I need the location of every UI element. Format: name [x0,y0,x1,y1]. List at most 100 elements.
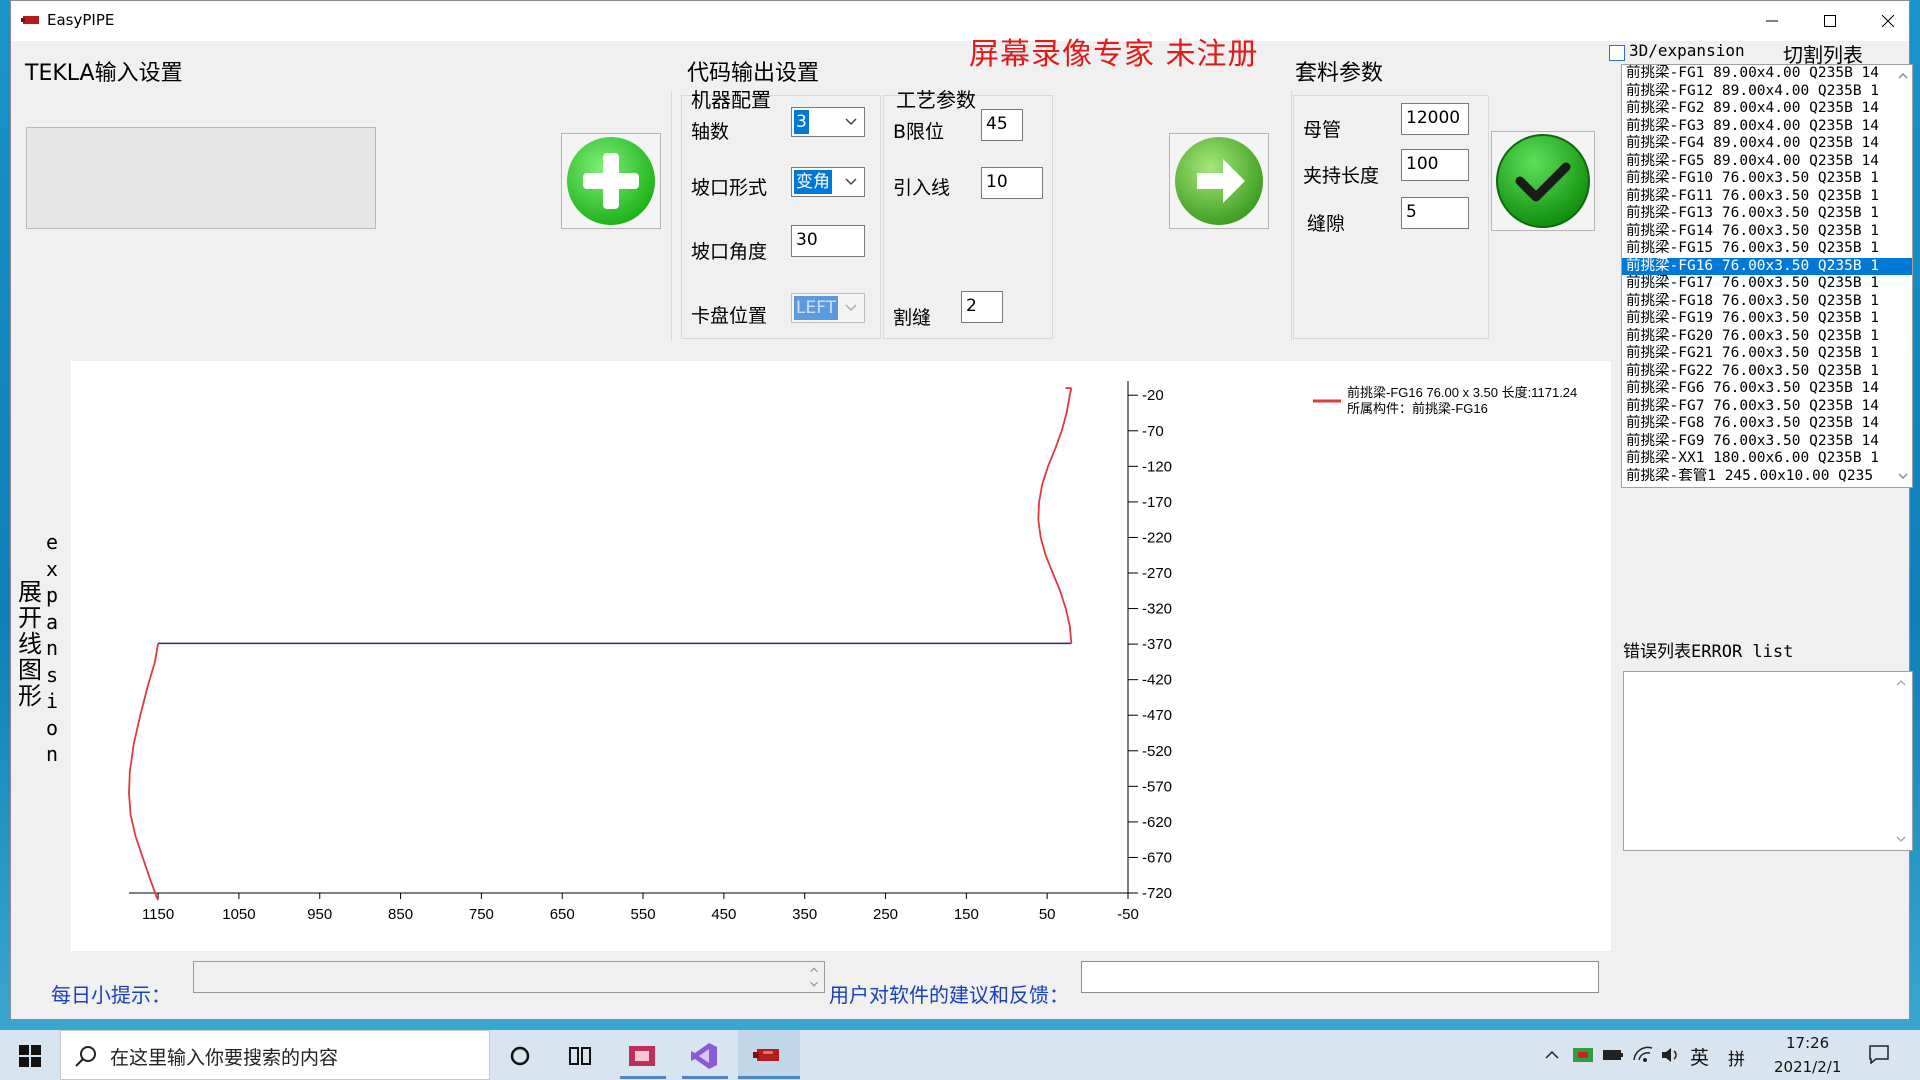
kerf-input[interactable]: 2 [961,291,1003,323]
windows-icon [19,1045,41,1067]
x-tick-label: 150 [954,906,979,923]
generate-code-button[interactable] [1169,133,1269,229]
x-tick-label: 750 [469,906,494,923]
battery-icon[interactable] [1602,1048,1624,1062]
x-tick-label: 350 [792,906,817,923]
active-indicator [682,1076,728,1079]
clock-time[interactable]: 17:26 [1786,1034,1829,1052]
taskbar-app-tekla[interactable] [626,1040,658,1072]
tekla-app-icon [629,1046,655,1066]
wifi-icon[interactable] [1632,1044,1654,1064]
notification-icon[interactable] [1868,1044,1890,1064]
clamp-length-input[interactable]: 100 [1401,149,1469,181]
close-button[interactable] [1859,1,1917,41]
cut-list-item[interactable]: 前挑梁-FG11 76.00x3.50 Q235B 1 [1622,188,1912,206]
input-language[interactable]: 英 [1690,1043,1709,1070]
3d-expansion-checkbox[interactable] [1609,45,1625,61]
tekla-input-panel[interactable] [26,127,376,229]
chevron-up-icon[interactable] [1544,1048,1560,1062]
b-limit-input[interactable]: 45 [981,109,1023,141]
axis-count-select[interactable]: 3 [791,107,865,137]
easypipe-app-icon [753,1049,779,1061]
cut-list-item[interactable]: 前挑梁-FG7 76.00x3.50 Q235B 14 [1622,398,1912,416]
tekla-section-title: TEKLA输入设置 [25,61,183,86]
cortana-button[interactable] [504,1040,536,1072]
cut-list-item[interactable]: 前挑梁-FG5 89.00x4.00 Q235B 14 [1622,153,1912,171]
cut-list-item[interactable]: 前挑梁-FG19 76.00x3.50 Q235B 1 [1622,310,1912,328]
cut-list-item[interactable]: 前挑梁-FG21 76.00x3.50 Q235B 1 [1622,345,1912,363]
scroll-down-icon[interactable] [808,978,820,990]
legend-line2: 所属构件：前挑梁-FG16 [1347,401,1488,416]
cut-list-item[interactable]: 前挑梁-FG6 76.00x3.50 Q235B 14 [1622,380,1912,398]
cut-list-item[interactable]: 前挑梁-FG2 89.00x4.00 Q235B 14 [1622,100,1912,118]
app-logo-icon [21,16,39,24]
clock-date[interactable]: 2021/2/1 [1774,1058,1841,1076]
cut-list-item[interactable]: 前挑梁-FG20 76.00x3.50 Q235B 1 [1622,328,1912,346]
scroll-down-icon[interactable] [1894,832,1908,846]
chuck-position-select[interactable]: LEFT [791,293,865,323]
groove-angle-input[interactable]: 30 [791,225,865,257]
chevron-down-icon [845,118,857,126]
scroll-down-icon[interactable] [1896,469,1910,483]
cut-list-item[interactable]: 前挑梁-FG9 76.00x3.50 Q235B 14 [1622,433,1912,451]
code-output-title: 代码输出设置 [687,61,820,86]
start-button[interactable] [14,1040,46,1072]
cut-list-item[interactable]: 前挑梁-FG15 76.00x3.50 Q235B 1 [1622,240,1912,258]
cut-list[interactable]: 前挑梁-FG1 89.00x4.00 Q235B 14 前挑梁-FG12 89.0… [1621,64,1913,488]
cut-list-item[interactable]: 前挑梁-FG16 76.00x3.50 Q235B 1 [1622,257,1912,275]
task-view-button[interactable] [564,1040,596,1072]
minimize-button[interactable] [1743,1,1801,41]
cut-list-item[interactable]: 前挑梁-FG13 76.00x3.50 Q235B 1 [1622,205,1912,223]
gap-input[interactable]: 5 [1401,197,1469,229]
cut-list-item[interactable]: 前挑梁-FG18 76.00x3.50 Q235B 1 [1622,293,1912,311]
plus-icon [567,137,655,225]
daily-tips-box[interactable] [193,961,825,993]
feedback-input[interactable] [1081,961,1599,993]
daily-tips-label: 每日小提示： [51,983,171,1007]
y-tick-label: -270 [1142,565,1172,582]
scroll-up-icon[interactable] [808,964,820,976]
b-limit-label: B限位 [893,121,945,143]
scroll-up-icon[interactable] [1896,69,1910,83]
cut-list-item[interactable]: 前挑梁-FG10 76.00x3.50 Q235B 1 [1622,170,1912,188]
cut-list-item[interactable]: 前挑梁-FG1 89.00x4.00 Q235B 14 [1622,65,1912,83]
expansion-chart-panel: 1150 1050 950 850 750 650 550 450 350 250 150 50 -50… [71,361,1611,951]
cut-list-item[interactable]: 前挑梁-FG8 76.00x3.50 Q235B 14 [1622,415,1912,433]
cut-list-item[interactable]: 前挑梁-FG12 89.00x4.00 Q235B 1 [1622,83,1912,101]
mother-pipe-label: 母管 [1303,119,1342,141]
cut-list-item[interactable]: 前挑梁-XX1 180.00x6.00 Q235B 1 [1622,450,1912,468]
cut-list-item[interactable]: 前挑梁-FG17 76.00x3.50 Q235B 1 [1622,275,1912,293]
confirm-button[interactable] [1491,131,1595,231]
scroll-up-icon[interactable] [1894,676,1908,690]
cut-list-item[interactable]: 前挑梁-FG4 89.00x4.00 Q235B 14 [1622,135,1912,153]
arrow-right-icon [1175,137,1263,225]
x-tick-label: 1150 [142,906,174,923]
y-tick-label: -420 [1142,672,1172,689]
taskbar-app-easypipe[interactable] [752,1040,784,1072]
error-list[interactable] [1623,671,1913,851]
cut-list-item[interactable]: 前挑梁-FG3 89.00x4.00 Q235B 14 [1622,118,1912,136]
y-tick-label: -470 [1142,707,1172,724]
window-title: EasyPIPE [47,11,115,29]
groove-type-select[interactable]: 变角 [791,167,865,197]
ime-mode[interactable]: 拼 [1728,1045,1745,1070]
x-tick-label: 650 [550,906,575,923]
maximize-button[interactable] [1801,1,1859,41]
feedback-label: 用户对软件的建议和反馈： [829,983,1069,1007]
x-tick-label: 250 [873,906,898,923]
groove-type-label: 坡口形式 [691,177,768,199]
expansion-curve-right [1037,387,1073,644]
cut-list-item[interactable]: 前挑梁-FG14 76.00x3.50 Q235B 1 [1622,223,1912,241]
y-tick-label: -20 [1142,387,1164,404]
taskbar-app-visual-studio[interactable] [688,1040,720,1072]
lead-in-input[interactable]: 10 [981,167,1043,199]
add-button[interactable] [561,133,661,229]
visual-studio-icon [691,1043,717,1069]
mother-pipe-input[interactable]: 12000 [1401,103,1469,135]
volume-icon[interactable] [1660,1046,1682,1064]
nesting-title: 套料参数 [1295,61,1384,86]
title-bar[interactable]: EasyPIPE [11,1,1909,41]
cut-list-item[interactable]: 前挑梁-套管1 245.00x10.00 Q235 [1622,468,1912,486]
network-app-icon[interactable] [1572,1046,1594,1064]
cut-list-item[interactable]: 前挑梁-FG22 76.00x3.50 Q235B 1 [1622,363,1912,381]
